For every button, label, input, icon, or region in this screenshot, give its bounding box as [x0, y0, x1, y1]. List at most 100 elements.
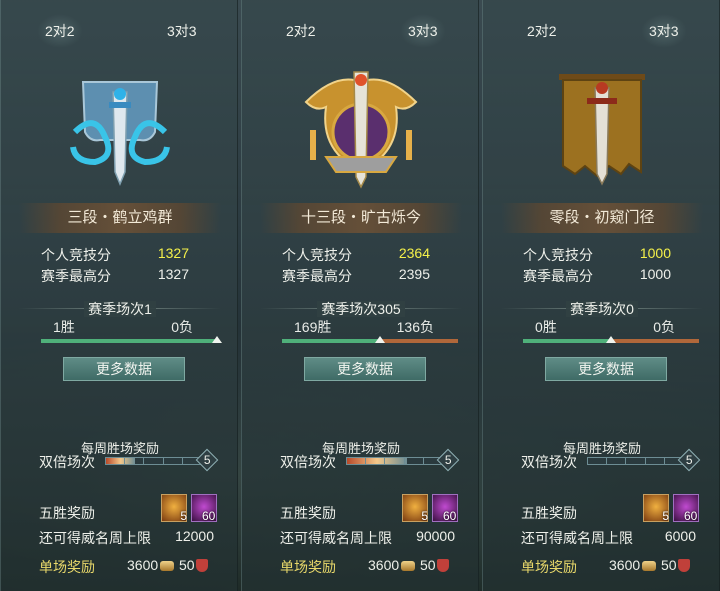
win-loss-ratio-bar — [41, 336, 222, 343]
progress-fill — [106, 458, 135, 464]
reward-item-count: 60 — [684, 509, 698, 523]
season-high-value: 1000 — [639, 266, 671, 282]
reward-item-scroll-icon[interactable]: 5 — [643, 494, 669, 523]
personal-score-value: 2364 — [398, 245, 430, 261]
wins-count: 0胜 — [535, 319, 557, 335]
progress-tick — [163, 458, 164, 464]
progress-tick — [664, 458, 665, 464]
double-games-progress: 5 — [105, 448, 219, 472]
progress-fill — [347, 458, 407, 464]
win-loss-row: 0胜 0负 — [523, 317, 683, 335]
more-data-button[interactable]: 更多数据 — [304, 357, 426, 381]
single-reward-coins: 3600 — [127, 557, 175, 573]
five-win-reward-label: 五胜奖励 — [39, 505, 95, 521]
win-portion — [41, 339, 217, 343]
wins-count: 1胜 — [53, 319, 75, 335]
progress-cap-value: 5 — [444, 453, 452, 467]
ratio-marker-icon — [375, 336, 385, 343]
coins-value: 3600 — [368, 557, 400, 573]
five-win-reward-label: 五胜奖励 — [521, 505, 577, 521]
reward-item-scroll-icon[interactable]: 5 — [161, 494, 187, 523]
weekly-cap-row: 还可得威名周上限 6000 — [521, 528, 701, 548]
single-reward-points: 50 — [661, 557, 690, 573]
reward-item-gem-icon[interactable]: 60 — [191, 494, 217, 523]
win-portion — [523, 339, 611, 343]
coins-value: 3600 — [127, 557, 159, 573]
progress-tick — [143, 458, 144, 464]
rank-panel: 2对2 3对3 三段・鹤立鸡群 个人竞技分 1327 赛季最高分 1327 赛季… — [0, 0, 238, 591]
personal-score-value: 1000 — [639, 245, 671, 261]
personal-score-label: 个人竞技分 — [41, 247, 111, 263]
progress-cap-value: 5 — [685, 453, 693, 467]
season-games-text: 赛季场次1 — [84, 301, 156, 317]
reward-item-gem-icon[interactable]: 60 — [673, 494, 699, 523]
progress-tick — [645, 458, 646, 464]
coins-value: 3600 — [609, 557, 641, 573]
win-loss-ratio-bar — [282, 336, 458, 343]
reward-item-count: 5 — [421, 509, 428, 523]
rank-title: 十三段・旷古烁今 — [260, 203, 462, 233]
coin-icon — [642, 561, 657, 571]
weekly-cap-value: 90000 — [416, 528, 455, 544]
season-games: 赛季场次305 — [242, 299, 480, 319]
rank-title: 零段・初窥门径 — [501, 203, 703, 233]
reward-item-count: 60 — [443, 509, 457, 523]
tab-2v2[interactable]: 2对2 — [527, 14, 557, 48]
ratio-marker-icon — [212, 336, 222, 343]
mode-tabs: 2对2 3对3 — [242, 14, 478, 48]
banner-sword-dragon-icon — [55, 62, 185, 192]
progress-tick — [423, 458, 424, 464]
season-games-text: 赛季场次0 — [566, 301, 638, 317]
personal-score-row: 个人竞技分 1000 — [523, 245, 683, 265]
weekly-cap-label: 还可得威名周上限 — [521, 530, 633, 546]
tab-2v2[interactable]: 2对2 — [37, 14, 83, 48]
more-data-button[interactable]: 更多数据 — [63, 357, 185, 381]
weekly-cap-label: 还可得威名周上限 — [280, 530, 392, 546]
weekly-cap-value: 12000 — [175, 528, 214, 544]
reward-item-gem-icon[interactable]: 60 — [432, 494, 458, 523]
single-reward-label: 单场奖励 — [280, 559, 336, 575]
weekly-cap-value: 6000 — [664, 528, 696, 544]
wins-count: 169胜 — [294, 319, 332, 335]
weekly-cap-row: 还可得威名周上限 90000 — [280, 528, 460, 548]
double-games-progress: 5 — [346, 448, 460, 472]
double-games-label: 双倍场次 — [521, 454, 577, 470]
progress-tick — [625, 458, 626, 464]
tab-3v3[interactable]: 3对3 — [167, 14, 197, 48]
double-games-label: 双倍场次 — [280, 454, 336, 470]
season-high-label: 赛季最高分 — [282, 268, 352, 284]
season-high-label: 赛季最高分 — [41, 268, 111, 284]
ratio-marker-icon — [606, 336, 616, 343]
double-games-label: 双倍场次 — [39, 454, 95, 470]
shield-icon — [195, 559, 208, 572]
points-value: 50 — [179, 557, 195, 573]
tab-3v3[interactable]: 3对3 — [641, 14, 687, 48]
rank-title: 三段・鹤立鸡群 — [19, 203, 221, 233]
rank-panel: 2对2 3对3 十三段・旷古烁今 个人竞技分 2364 赛季最高分 2395 赛… — [241, 0, 479, 591]
reward-item-count: 5 — [180, 509, 187, 523]
personal-score-label: 个人竞技分 — [523, 247, 593, 263]
season-games: 赛季场次1 — [1, 299, 239, 319]
weekly-cap-row: 还可得威名周上限 12000 — [39, 528, 219, 548]
win-loss-row: 169胜 136负 — [282, 317, 442, 335]
double-games-progress: 5 — [587, 448, 701, 472]
win-loss-row: 1胜 0负 — [41, 317, 201, 335]
mode-tabs: 2对2 3对3 — [1, 14, 237, 48]
progress-tick — [182, 458, 183, 464]
season-high-value: 2395 — [398, 266, 430, 282]
five-win-reward-label: 五胜奖励 — [280, 505, 336, 521]
reward-item-scroll-icon[interactable]: 5 — [402, 494, 428, 523]
reward-item-count: 5 — [662, 509, 669, 523]
season-high-row: 赛季最高分 1000 — [523, 266, 683, 286]
progress-tick — [124, 458, 125, 464]
tab-2v2[interactable]: 2对2 — [286, 14, 316, 48]
loss-portion — [611, 339, 699, 343]
personal-score-label: 个人竞技分 — [282, 247, 352, 263]
progress-tick — [384, 458, 385, 464]
tab-3v3[interactable]: 3对3 — [400, 14, 446, 48]
reward-item-count: 60 — [202, 509, 216, 523]
single-reward-label: 单场奖励 — [39, 559, 95, 575]
season-high-row: 赛季最高分 1327 — [41, 266, 201, 286]
more-data-button[interactable]: 更多数据 — [545, 357, 667, 381]
coin-icon — [160, 561, 175, 571]
